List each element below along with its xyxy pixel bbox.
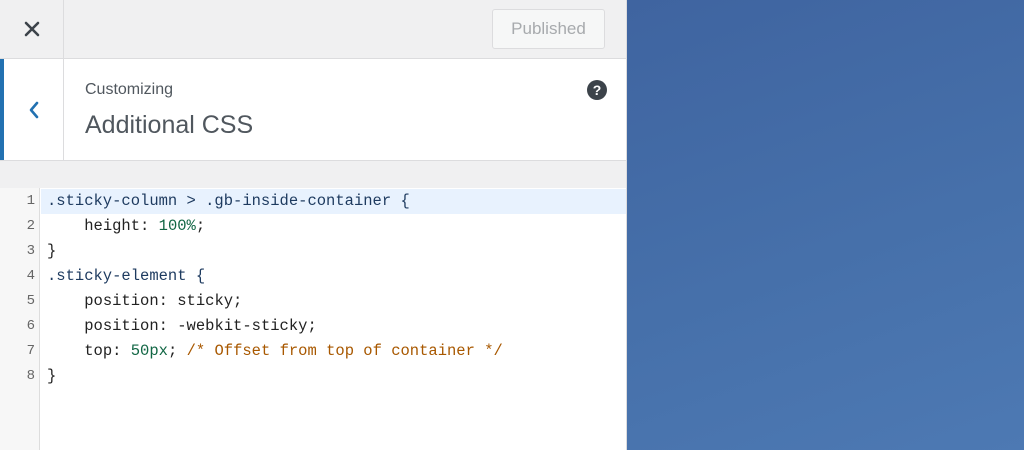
publish-button[interactable]: Published [492, 9, 605, 49]
code-token: position: -webkit-sticky; [84, 317, 317, 335]
code-line[interactable]: 4 .sticky-element { [0, 264, 626, 289]
customizing-label: Customizing [85, 81, 174, 98]
css-code-editor[interactable]: 1 .sticky-column > .gb-inside-container {… [0, 188, 626, 450]
line-number: 4 [26, 268, 35, 284]
line-content: .sticky-element { [41, 264, 626, 289]
line-content: } [41, 364, 626, 389]
code-token: 100% [158, 217, 196, 235]
close-icon [24, 21, 39, 37]
code-token: .sticky-column > .gb-inside-container { [47, 192, 410, 210]
code-token: height: [84, 217, 159, 235]
customizer-header: Published [0, 0, 626, 59]
line-content: height: 100%; [41, 214, 626, 239]
code-token: 50px [130, 342, 168, 360]
code-token: } [47, 367, 57, 385]
section-title: Additional CSS [85, 111, 254, 139]
line-number: 2 [26, 218, 35, 234]
code-line[interactable]: 1 .sticky-column > .gb-inside-container { [0, 189, 626, 214]
code-token: /* Offset from top of container */ [186, 342, 503, 360]
chevron-left-icon [29, 101, 38, 118]
section-header: Customizing Additional CSS ? [0, 59, 626, 161]
line-content: top: 50px; /* Offset from top of contain… [41, 339, 626, 364]
code-token: top: [84, 342, 131, 360]
back-button[interactable] [0, 59, 64, 160]
code-token: } [47, 242, 57, 260]
line-number: 6 [26, 318, 35, 334]
customizer-panel: Published Customizing Additional CSS ? 1… [0, 0, 627, 450]
code-line[interactable]: 2 height: 100%; [0, 214, 626, 239]
help-icon[interactable]: ? [587, 80, 607, 100]
line-content: position: -webkit-sticky; [41, 314, 626, 339]
code-token: ; [195, 217, 206, 235]
line-number: 3 [26, 243, 35, 259]
code-line[interactable]: 3} [0, 239, 626, 264]
line-number: 1 [26, 193, 35, 209]
line-number: 5 [26, 293, 35, 309]
line-number: 7 [26, 343, 35, 359]
code-line[interactable]: 8} [0, 364, 626, 389]
code-line[interactable]: 5 position: sticky; [0, 289, 626, 314]
site-preview[interactable] [627, 0, 1024, 450]
code-token: ; [167, 342, 187, 360]
line-number: 8 [26, 368, 35, 384]
line-content: .sticky-column > .gb-inside-container { [41, 189, 626, 214]
close-button[interactable] [0, 0, 64, 58]
code-line[interactable]: 6 position: -webkit-sticky; [0, 314, 626, 339]
customizer-window: Published Customizing Additional CSS ? 1… [0, 0, 1024, 450]
line-content: } [41, 239, 626, 264]
code-token: position: sticky; [84, 292, 243, 310]
code-token: .sticky-element { [47, 267, 206, 285]
code-line[interactable]: 7 top: 50px; /* Offset from top of conta… [0, 339, 626, 364]
line-content: position: sticky; [41, 289, 626, 314]
